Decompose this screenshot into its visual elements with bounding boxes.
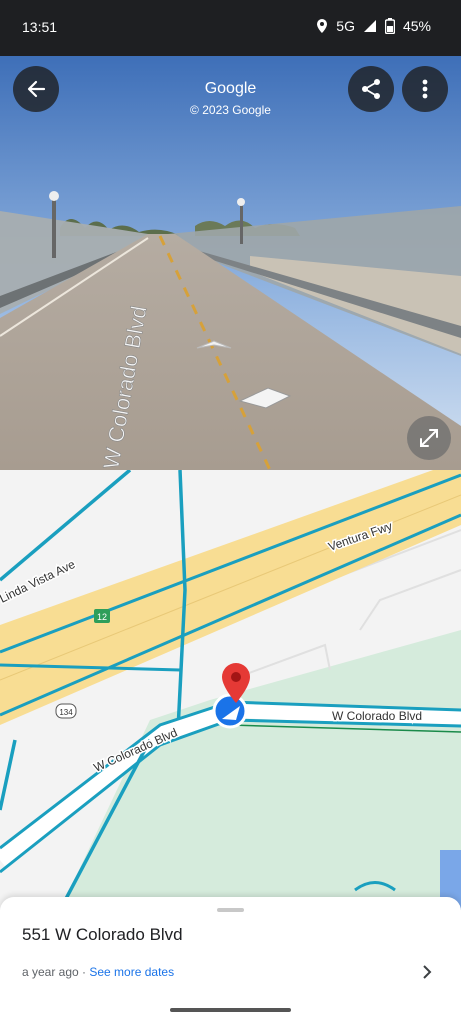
bottom-sheet[interactable]: 551 W Colorado Blvd a year ago · See mor… xyxy=(0,897,461,1024)
route-134-label: 134 xyxy=(59,708,73,717)
date-text: a year ago · xyxy=(22,965,90,979)
location-icon xyxy=(317,19,328,33)
network-type: 5G xyxy=(336,18,355,34)
see-more-dates-link[interactable]: See more dates xyxy=(89,965,174,979)
signal-icon xyxy=(363,20,376,32)
route-12-label: 12 xyxy=(97,612,107,622)
status-time: 13:51 xyxy=(22,19,58,35)
expand-button[interactable] xyxy=(407,416,451,460)
street-view-panorama[interactable]: W Colorado Blvd xyxy=(0,56,461,470)
battery-icon xyxy=(384,18,395,34)
status-icons: 5G 45% xyxy=(316,18,431,34)
battery-level: 45% xyxy=(402,18,431,34)
map-view[interactable]: Linda Vista Ave Ventura Fwy W Colorado B… xyxy=(0,470,461,910)
expand-icon xyxy=(420,429,438,447)
share-icon xyxy=(362,79,380,99)
more-vert-icon xyxy=(422,79,428,99)
status-bar: 13:51 5G 45% xyxy=(0,0,461,56)
more-options-button[interactable] xyxy=(402,66,448,112)
chevron-right-icon[interactable] xyxy=(418,963,436,981)
map-label-colorado-right: W Colorado Blvd xyxy=(332,709,422,723)
imagery-date: a year ago · See more dates xyxy=(22,965,174,979)
gesture-bar xyxy=(170,1008,291,1012)
user-location-marker[interactable] xyxy=(212,693,248,729)
drag-handle[interactable] xyxy=(217,908,244,912)
share-button[interactable] xyxy=(348,66,394,112)
street-view-copyright: © 2023 Google xyxy=(190,103,271,117)
place-address: 551 W Colorado Blvd xyxy=(22,925,183,944)
